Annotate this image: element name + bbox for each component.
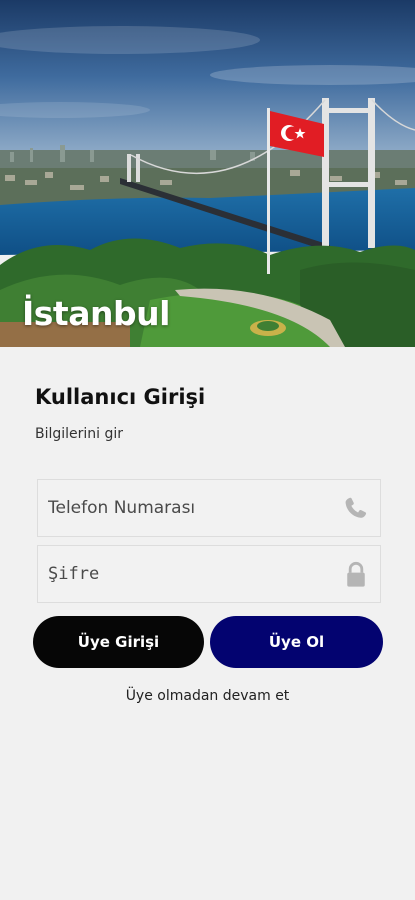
- phone-input[interactable]: [38, 480, 380, 536]
- login-title: Kullanıcı Girişi: [35, 385, 206, 409]
- login-subtitle: Bilgilerini gir: [35, 426, 124, 442]
- hero-title: İstanbul: [22, 294, 170, 333]
- lock-icon: [347, 561, 365, 587]
- login-button[interactable]: Üye Girişi: [33, 616, 204, 668]
- hero-banner: İstanbul: [0, 0, 415, 347]
- password-input[interactable]: [38, 546, 380, 602]
- phone-field[interactable]: [37, 479, 381, 537]
- password-field[interactable]: [37, 545, 381, 603]
- continue-as-guest-link[interactable]: Üye olmadan devam et: [0, 688, 415, 704]
- register-button[interactable]: Üye Ol: [210, 616, 383, 668]
- phone-icon: [345, 497, 367, 518]
